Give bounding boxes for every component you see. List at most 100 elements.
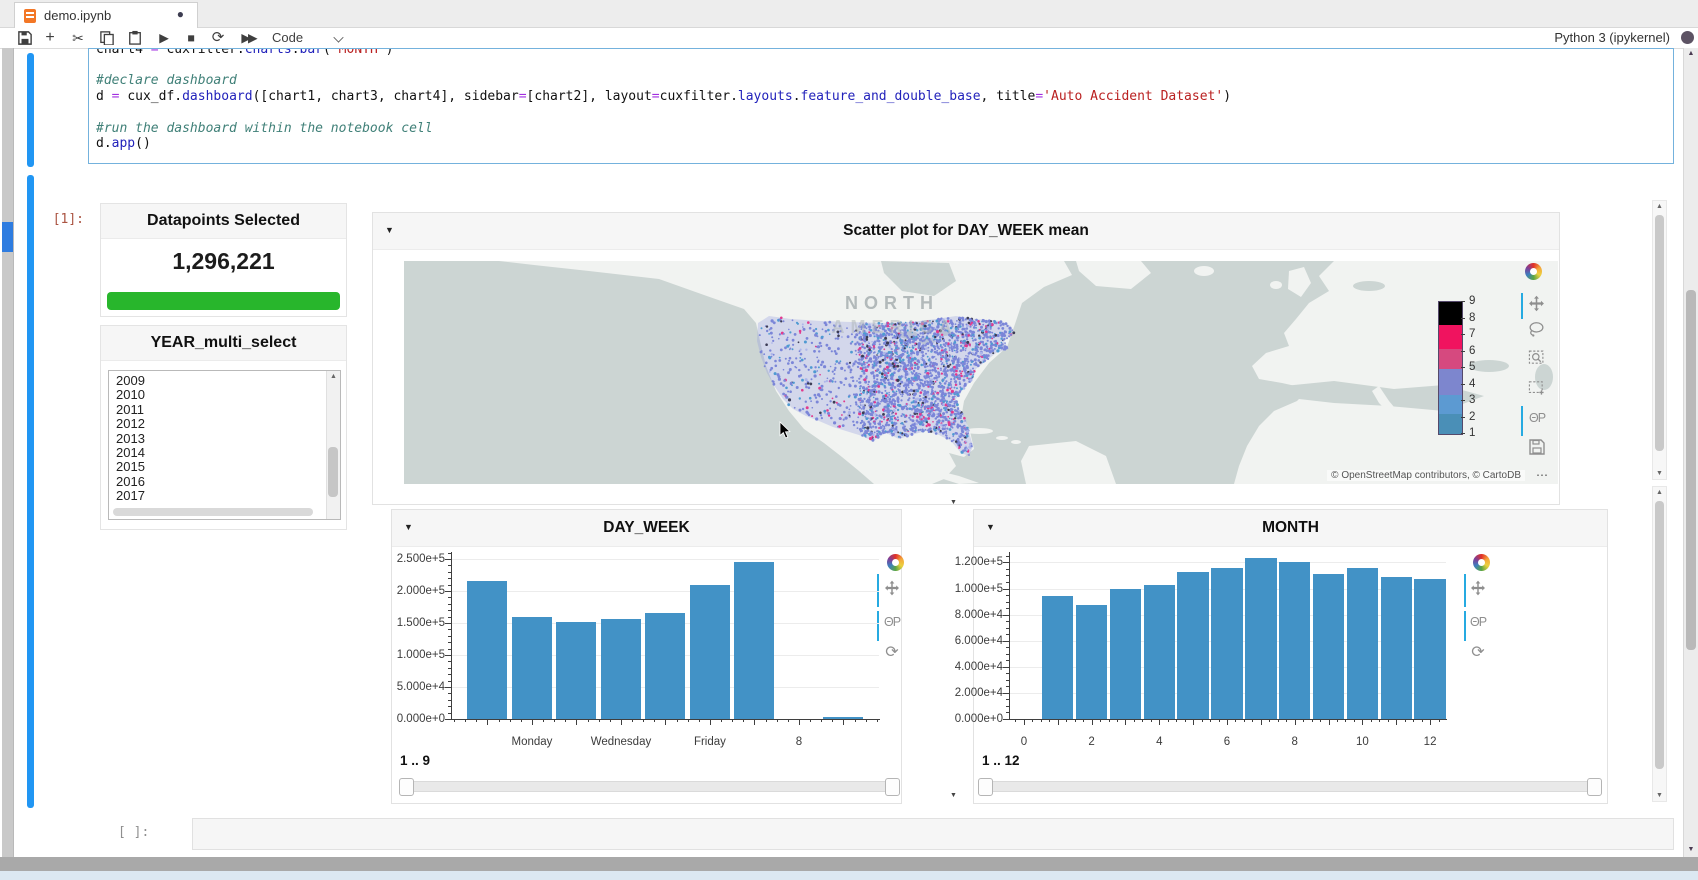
bar-month-9[interactable] — [1313, 574, 1344, 719]
chevron-down-icon[interactable] — [333, 32, 343, 42]
tab-demo-ipynb[interactable]: demo.ipynb ● — [14, 2, 198, 28]
bar-day_week-9[interactable] — [823, 717, 863, 719]
year-option-2014[interactable]: 2014 — [109, 446, 340, 460]
slider-handle-left[interactable] — [399, 778, 414, 796]
browser-scrollbar[interactable]: ▲ ▼ — [1683, 48, 1698, 857]
bar-day_week-1[interactable] — [467, 581, 507, 719]
output-scrollbar-bottom[interactable]: ▲ ▼ — [1652, 486, 1667, 802]
bar-month-3[interactable] — [1110, 589, 1141, 719]
panel-scroll-down-icon[interactable]: ▼ — [950, 499, 957, 506]
inspect-tool-icon[interactable]: ΘΡ — [1526, 411, 1548, 425]
stop-kernel-icon[interactable]: ■ — [183, 29, 199, 47]
bar-month-1[interactable] — [1042, 596, 1073, 719]
bar-month-5[interactable] — [1177, 572, 1208, 719]
bar-month-8[interactable] — [1279, 562, 1310, 719]
scroll-up-icon[interactable]: ▲ — [1684, 50, 1698, 57]
bar-month-11[interactable] — [1381, 577, 1412, 719]
map-tiles[interactable]: NORTH AMERICA — [404, 261, 1558, 484]
bar-month-7[interactable] — [1245, 558, 1276, 719]
year-option-2010[interactable]: 2010 — [109, 388, 340, 402]
year-option-2013[interactable]: 2013 — [109, 432, 340, 446]
pan-tool-icon[interactable] — [1470, 580, 1486, 596]
output-scrollbar-top[interactable]: ▲ ▼ — [1652, 200, 1667, 480]
slider-handle-right[interactable] — [1587, 778, 1602, 796]
box-select-icon[interactable] — [1528, 379, 1545, 396]
bar-month-2[interactable] — [1076, 605, 1107, 719]
save-plot-icon[interactable] — [1529, 439, 1545, 455]
bar-day_week-2[interactable] — [512, 617, 552, 719]
year-hscroll-thumb[interactable] — [113, 508, 313, 516]
scroll-thumb[interactable] — [1655, 215, 1664, 451]
code-cell[interactable]: chart4 = cuxfilter.charts.bar('MONTH') #… — [88, 48, 1674, 164]
bar-month-12[interactable] — [1414, 579, 1445, 719]
bar-day_week-5[interactable] — [645, 613, 685, 719]
cell-indicator-code[interactable] — [27, 53, 34, 167]
bar-day_week-6[interactable] — [690, 585, 730, 719]
cell-indicator-output[interactable] — [27, 175, 34, 808]
unsaved-dot-icon[interactable]: ● — [177, 7, 184, 21]
year-scroll-thumb[interactable] — [328, 447, 338, 497]
scatter-point — [956, 403, 959, 406]
pan-tool-icon[interactable] — [1528, 295, 1545, 312]
range-slider[interactable] — [979, 781, 1601, 792]
save-icon[interactable] — [18, 31, 32, 45]
bokeh-logo-icon[interactable] — [887, 554, 904, 571]
scroll-thumb[interactable] — [1686, 290, 1696, 650]
copy-cells-icon[interactable] — [100, 31, 114, 45]
bar-month-6[interactable] — [1211, 568, 1242, 719]
panel-scroll-down-icon[interactable]: ▼ — [950, 792, 957, 799]
bokeh-logo-icon[interactable] — [1473, 554, 1490, 571]
inspect-tool-icon[interactable]: ΘΡ — [881, 615, 903, 629]
scroll-down-icon[interactable]: ▼ — [1653, 792, 1666, 799]
year-options[interactable]: 200920102011201220132014201520162017 — [109, 371, 340, 504]
bokeh-logo-icon[interactable] — [1525, 263, 1542, 280]
cell-type-dropdown[interactable]: Code — [272, 29, 316, 47]
scatter-point — [898, 419, 900, 421]
scroll-up-icon[interactable]: ▲ — [1653, 489, 1666, 496]
pan-tool-icon[interactable] — [884, 580, 900, 596]
scatter-point — [949, 364, 951, 366]
x-tick — [766, 719, 767, 722]
reset-tool-icon[interactable]: ⟳ — [881, 642, 903, 662]
run-cell-icon[interactable]: ▶ — [156, 29, 172, 47]
code-editor[interactable]: chart4 = cuxfilter.charts.bar('MONTH') #… — [96, 48, 1231, 152]
slider-handle-left[interactable] — [978, 778, 993, 796]
year-option-2017[interactable]: 2017 — [109, 489, 340, 503]
scatter-point — [936, 352, 938, 354]
scroll-down-icon[interactable]: ▼ — [1653, 470, 1666, 477]
year-option-2015[interactable]: 2015 — [109, 460, 340, 474]
kernel-label[interactable]: Python 3 (ipykernel) — [1554, 30, 1670, 45]
year-option-2012[interactable]: 2012 — [109, 417, 340, 431]
year-option-2011[interactable]: 2011 — [109, 403, 340, 417]
scroll-thumb[interactable] — [1655, 501, 1664, 769]
toolbar-overflow-icon[interactable]: ⋯ — [1531, 468, 1553, 482]
run-all-icon[interactable]: ▶▶ — [236, 29, 260, 47]
range-slider[interactable] — [400, 781, 899, 792]
inspect-tool-icon[interactable]: ΘΡ — [1467, 615, 1489, 629]
lasso-select-icon[interactable] — [1528, 321, 1545, 338]
slider-handle-right[interactable] — [885, 778, 900, 796]
bar-day_week-3[interactable] — [556, 622, 596, 719]
add-cell-icon[interactable]: + — [42, 29, 58, 47]
cut-cells-icon[interactable]: ✂ — [70, 29, 86, 47]
year-multiselect[interactable]: 200920102011201220132014201520162017 ▲ — [108, 370, 341, 520]
box-zoom-icon[interactable] — [1528, 349, 1545, 366]
bar-day_week-7[interactable] — [734, 562, 774, 719]
scatter-point — [878, 427, 880, 429]
scroll-up-icon[interactable]: ▲ — [1653, 203, 1666, 210]
bar-month-10[interactable] — [1347, 568, 1378, 719]
bar-month-4[interactable] — [1144, 585, 1175, 719]
year-option-2016[interactable]: 2016 — [109, 475, 340, 489]
year-option-2009[interactable]: 2009 — [109, 374, 340, 388]
year-list-scrollbar[interactable]: ▲ — [326, 371, 340, 519]
kernel-status-icon[interactable] — [1681, 31, 1694, 44]
map-panel: ▼ Scatter plot for DAY_WEEK mean NORTH A… — [372, 212, 1560, 505]
paste-cells-icon[interactable] — [128, 30, 142, 45]
scroll-up-icon[interactable]: ▲ — [327, 373, 340, 380]
restart-kernel-icon[interactable]: ⟳ — [210, 29, 226, 47]
empty-code-cell[interactable] — [192, 818, 1674, 850]
bar-day_week-4[interactable] — [601, 619, 641, 719]
scroll-down-icon[interactable]: ▼ — [1684, 846, 1698, 853]
map-attribution[interactable]: © OpenStreetMap contributors, © CartoDB — [1327, 470, 1525, 481]
reset-tool-icon[interactable]: ⟳ — [1467, 642, 1489, 662]
